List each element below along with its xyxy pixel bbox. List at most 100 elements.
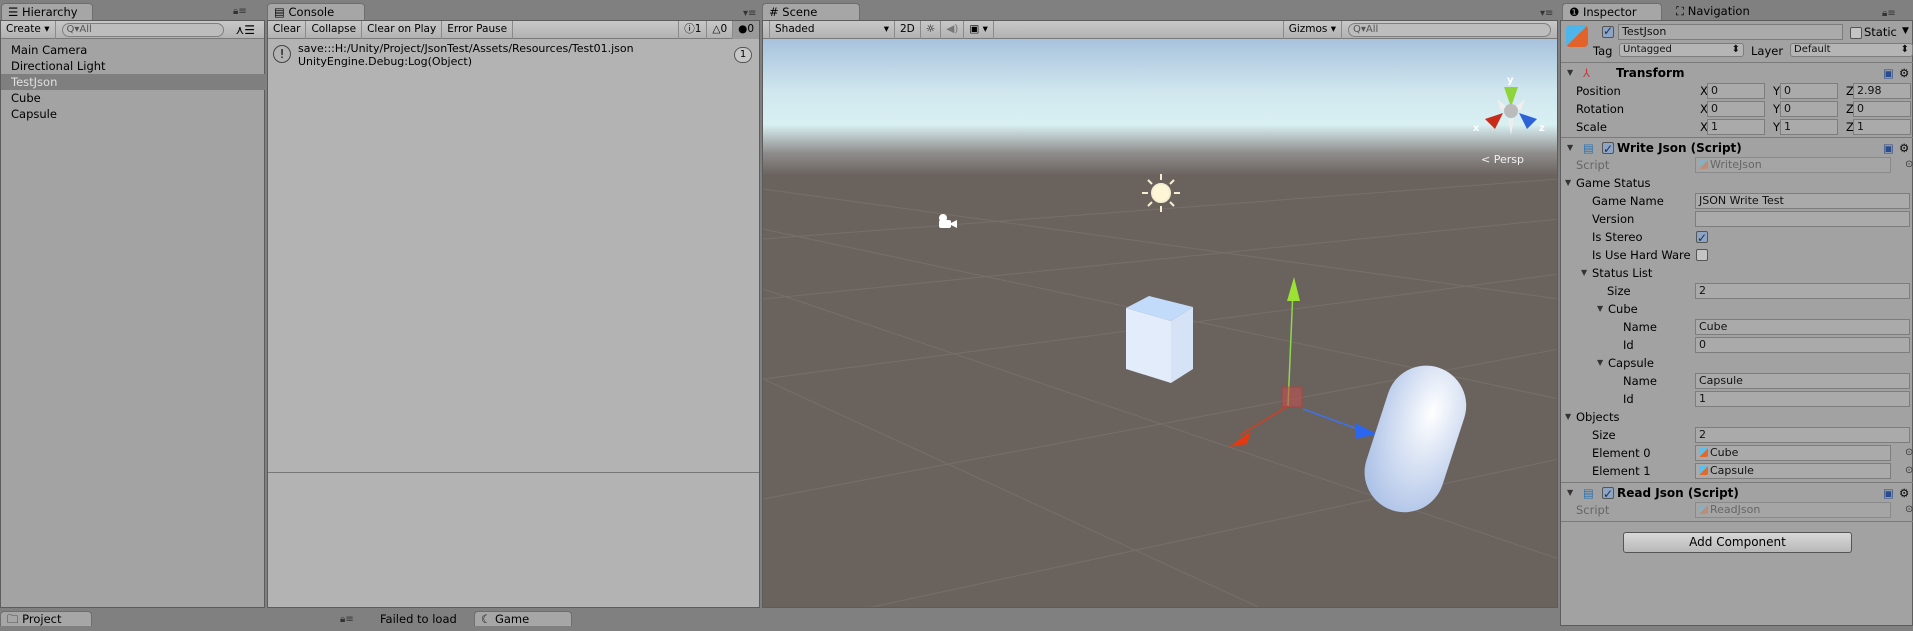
scale-x-input[interactable]: 1: [1707, 119, 1765, 135]
scene-viewport[interactable]: y x z < Persp: [763, 39, 1558, 608]
version-input[interactable]: [1695, 211, 1910, 227]
inspector-panel: TestJson Static ▼ Tag Untagged⬍ Layer De…: [1560, 20, 1913, 626]
status-item-name-input[interactable]: Cube: [1695, 319, 1910, 335]
lock-icon[interactable]: 🔒︎≡: [340, 614, 354, 625]
component-enabled-checkbox[interactable]: [1602, 140, 1614, 158]
game-status-foldout[interactable]: Game Status: [1576, 174, 1651, 192]
console-splitter[interactable]: [268, 472, 759, 473]
object-picker-icon[interactable]: ⊙: [1905, 444, 1913, 462]
foldout-arrow-icon[interactable]: ▼: [1567, 139, 1573, 157]
folder-icon: 🗀︎: [7, 612, 23, 626]
element-1-field[interactable]: Capsule: [1695, 463, 1891, 479]
static-checkbox[interactable]: [1850, 27, 1862, 39]
console-icon: ▤: [274, 5, 289, 19]
projection-label[interactable]: < Persp: [1481, 153, 1524, 166]
status-item-id-input[interactable]: 0: [1695, 337, 1910, 353]
error-pause-button[interactable]: Error Pause: [442, 20, 514, 39]
is-stereo-checkbox[interactable]: [1696, 229, 1708, 247]
status-item-foldout[interactable]: Cube: [1608, 300, 1638, 318]
help-icon[interactable]: ▣: [1883, 484, 1894, 502]
objects-foldout[interactable]: Objects: [1576, 408, 1619, 426]
rotation-y-input[interactable]: 0: [1780, 101, 1838, 117]
object-picker-icon[interactable]: ⊙: [1905, 156, 1913, 174]
gameobject-icon[interactable]: [1566, 25, 1588, 47]
foldout-arrow-icon[interactable]: ▼: [1567, 64, 1573, 82]
rotation-z-input[interactable]: 0: [1853, 101, 1911, 117]
tab-navigation[interactable]: ⛶ Navigation: [1670, 3, 1766, 20]
status-item-name-input[interactable]: Capsule: [1695, 373, 1910, 389]
tab-scene[interactable]: # Scene: [762, 3, 860, 20]
create-dropdown[interactable]: Create ▾: [1, 20, 56, 39]
lock-icon[interactable]: 🔒︎≡: [1882, 8, 1896, 19]
clear-button[interactable]: Clear: [268, 20, 307, 39]
layer-dropdown[interactable]: Default ⬍: [1790, 43, 1913, 57]
foldout-arrow-icon[interactable]: ▼: [1567, 484, 1573, 502]
cube-object[interactable]: [1126, 296, 1193, 383]
hierarchy-search-input[interactable]: Q▾All: [61, 22, 224, 37]
read-json-header[interactable]: ▼ ▤ Read Json (Script) ▣ ⚙: [1561, 484, 1913, 503]
active-checkbox[interactable]: [1602, 24, 1614, 38]
shading-dropdown[interactable]: Shaded ▾: [769, 21, 895, 39]
tab-console[interactable]: ▤ Console: [267, 3, 365, 20]
x-axis-label: x: [1473, 123, 1480, 134]
scale-y-input[interactable]: 1: [1780, 119, 1838, 135]
info-filter-toggle[interactable]: ⓘ1: [678, 20, 708, 39]
objects-size-input[interactable]: 2: [1695, 427, 1910, 443]
error-filter-toggle[interactable]: ●0: [733, 20, 759, 39]
hierarchy-item-directional-light[interactable]: Directional Light: [1, 58, 265, 74]
object-picker-icon[interactable]: ⊙: [1905, 501, 1913, 519]
hierarchy-item-capsule[interactable]: Capsule: [1, 106, 265, 122]
hierarchy-item-testjson[interactable]: TestJson: [1, 74, 265, 90]
scene-search-input[interactable]: Q▾All: [1348, 22, 1551, 37]
filter-icon[interactable]: ⋏☰: [236, 23, 256, 37]
tab-inspector[interactable]: ❶ Inspector: [1562, 3, 1662, 20]
scale-z-input[interactable]: 1: [1853, 119, 1911, 135]
audio-toggle-icon[interactable]: ◀): [941, 21, 965, 39]
script-field[interactable]: WriteJson: [1695, 157, 1891, 173]
rotation-x-input[interactable]: 0: [1707, 101, 1765, 117]
status-list-size-input[interactable]: 2: [1695, 283, 1910, 299]
console-log-entry[interactable]: ! save:::H:/Unity/Project/JsonTest/Asset…: [268, 41, 759, 73]
hierarchy-panel: Create ▾ Q▾All ⋏☰ Main Camera Directiona…: [0, 20, 265, 608]
position-x-input[interactable]: 0: [1707, 83, 1765, 99]
clear-on-play-button[interactable]: Clear on Play: [362, 20, 443, 39]
info-icon: ⓘ: [684, 22, 695, 35]
tab-hierarchy[interactable]: ☰ Hierarchy: [1, 3, 93, 20]
element-0-field[interactable]: Cube: [1695, 445, 1891, 461]
gear-icon[interactable]: ⚙: [1899, 64, 1909, 82]
tab-project[interactable]: 🗀︎ Project: [0, 611, 92, 626]
lighting-toggle-icon[interactable]: ☼: [921, 21, 942, 39]
position-row: Position X 0 Y 0 Z 2.98: [1561, 82, 1913, 100]
2d-toggle[interactable]: 2D: [895, 21, 921, 39]
component-enabled-checkbox[interactable]: [1602, 485, 1614, 503]
is-use-hardware-checkbox[interactable]: [1696, 249, 1708, 261]
gear-icon[interactable]: ⚙: [1899, 484, 1909, 502]
hierarchy-item-main-camera[interactable]: Main Camera: [1, 42, 265, 58]
static-dropdown-icon[interactable]: ▼: [1902, 26, 1909, 36]
status-item-id-input[interactable]: 1: [1695, 391, 1910, 407]
object-picker-icon[interactable]: ⊙: [1905, 462, 1913, 480]
tab-game[interactable]: ☾ Game: [474, 611, 572, 626]
script-field[interactable]: ReadJson: [1695, 502, 1891, 518]
lock-icon[interactable]: 🔒︎≡: [233, 6, 247, 17]
status-item-foldout[interactable]: Capsule: [1608, 354, 1654, 372]
help-icon[interactable]: ▣: [1883, 139, 1894, 157]
panel-menu-icon[interactable]: ▾≡: [743, 8, 756, 19]
tag-dropdown[interactable]: Untagged ⬍: [1619, 43, 1744, 57]
collapse-button[interactable]: Collapse: [306, 20, 363, 39]
hierarchy-item-cube[interactable]: Cube: [1, 90, 265, 106]
add-component-button[interactable]: Add Component: [1623, 532, 1852, 553]
transform-header[interactable]: ▼ ⅄ Transform ▣ ⚙: [1561, 64, 1913, 82]
game-name-input[interactable]: JSON Write Test: [1695, 193, 1910, 209]
effects-dropdown-icon[interactable]: ▣ ▾: [964, 21, 994, 39]
panel-menu-icon[interactable]: ▾≡: [1540, 8, 1553, 19]
gear-icon[interactable]: ⚙: [1899, 139, 1909, 157]
object-name-input[interactable]: TestJson: [1618, 24, 1843, 40]
position-z-input[interactable]: 2.98: [1853, 83, 1911, 99]
help-icon[interactable]: ▣: [1883, 64, 1894, 82]
gizmos-dropdown[interactable]: Gizmos ▾: [1282, 21, 1342, 39]
position-y-input[interactable]: 0: [1780, 83, 1838, 99]
status-list-foldout[interactable]: Status List: [1592, 264, 1652, 282]
warning-filter-toggle[interactable]: △0: [707, 20, 734, 39]
write-json-header[interactable]: ▼ ▤ Write Json (Script) ▣ ⚙: [1561, 139, 1913, 158]
